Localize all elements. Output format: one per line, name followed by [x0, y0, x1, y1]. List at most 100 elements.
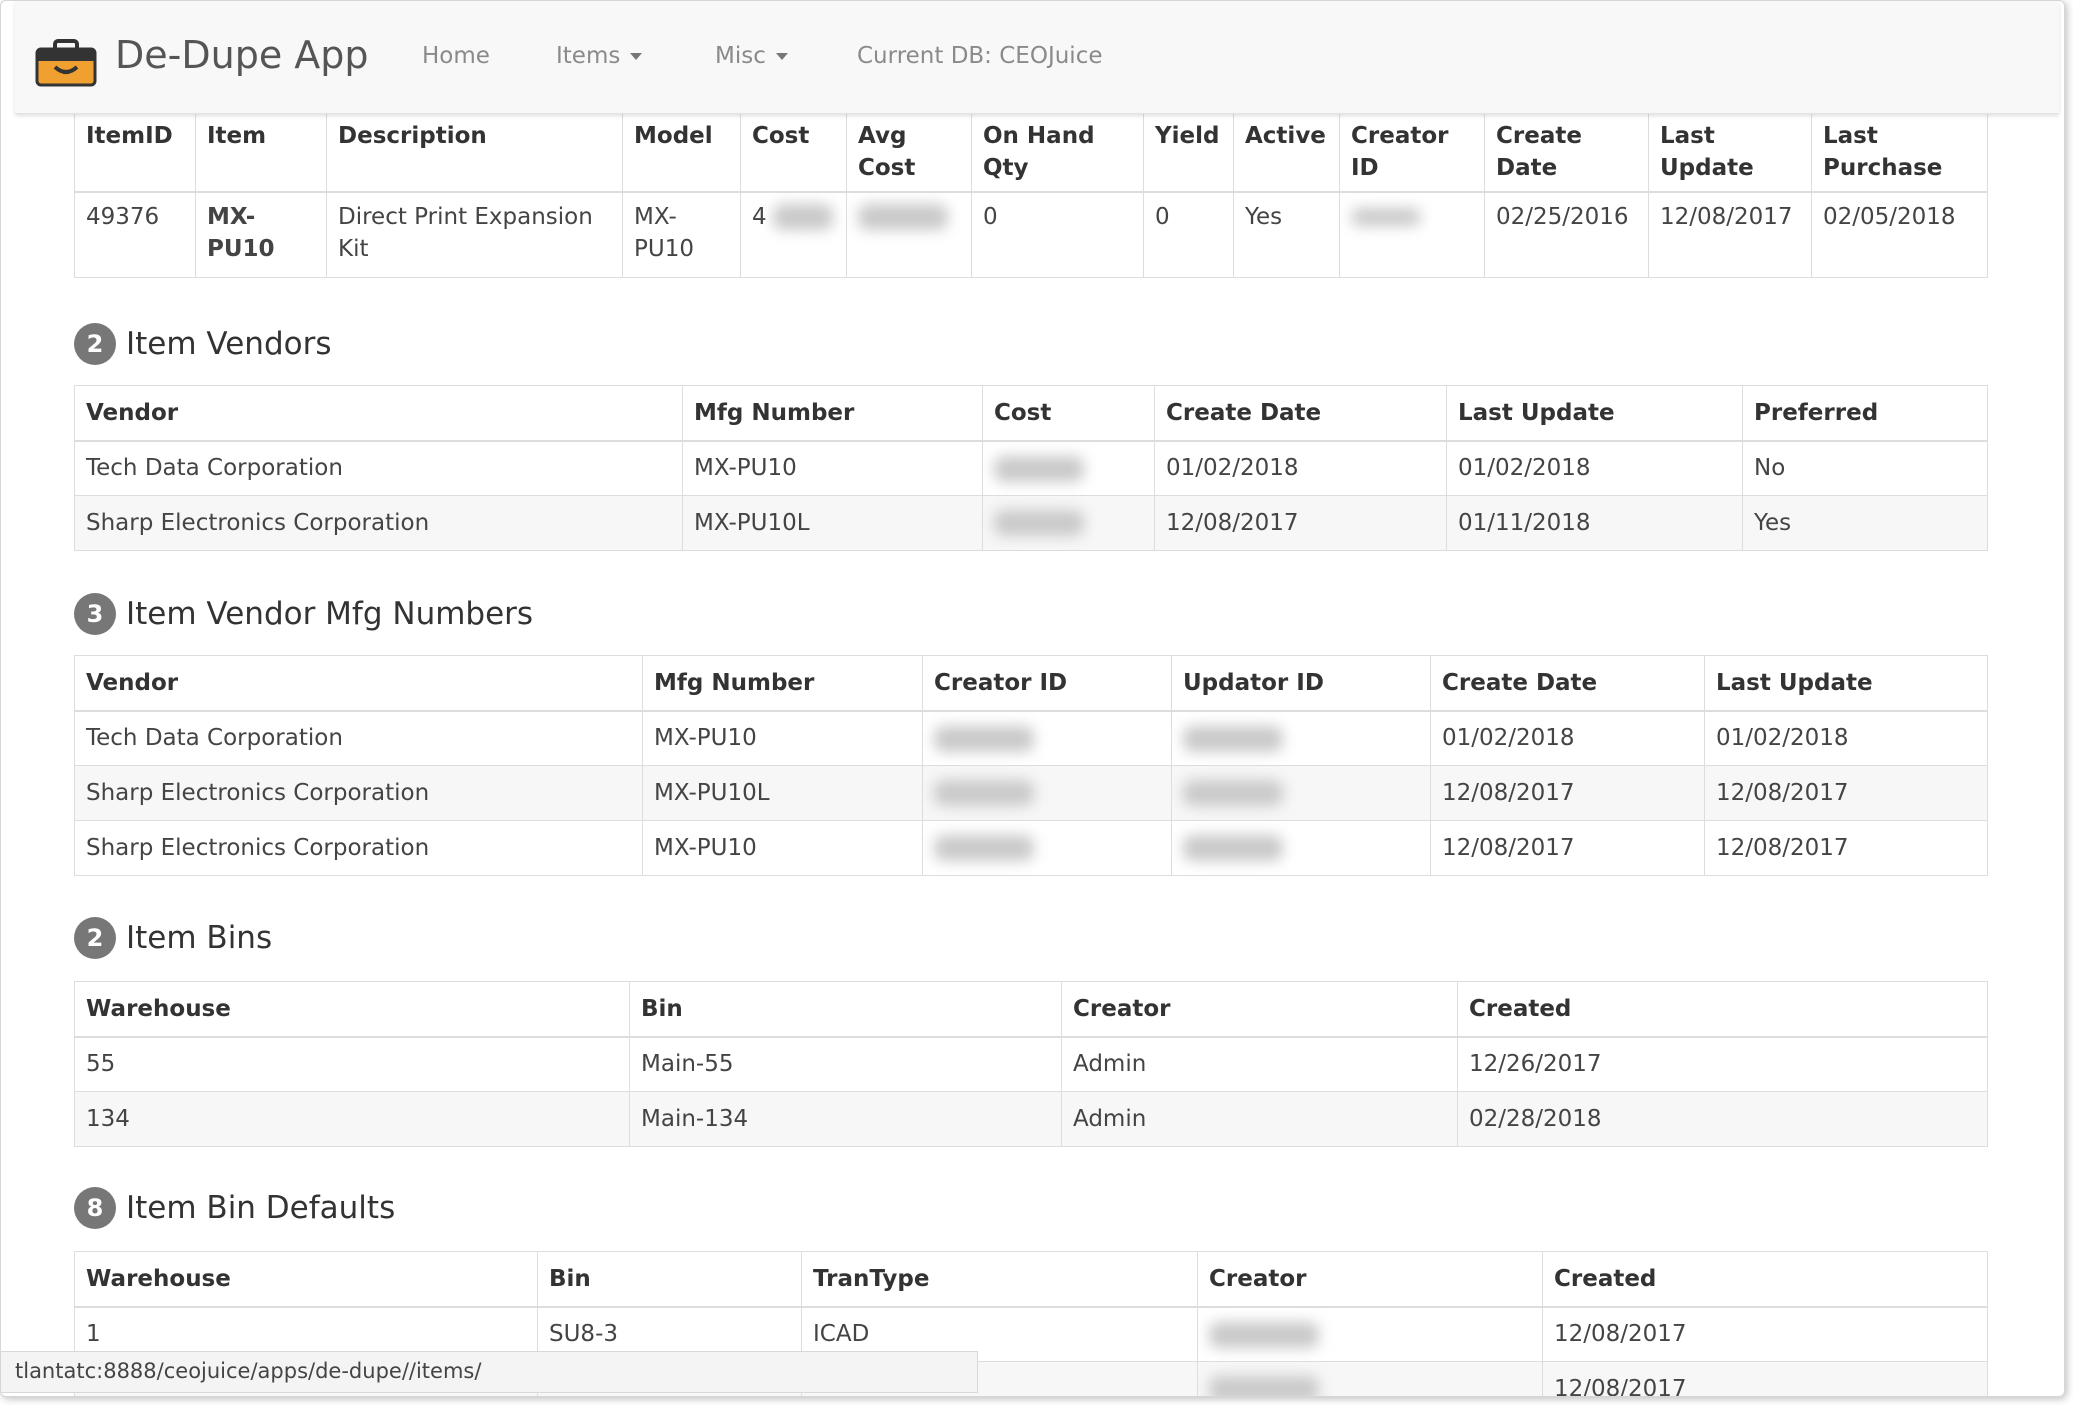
creator — [1197, 1361, 1543, 1396]
caret-down-icon — [775, 53, 788, 60]
vendor-cost — [982, 440, 1155, 496]
create-date: 12/08/2017 — [1430, 765, 1705, 821]
col-header[interactable]: Vendor — [74, 655, 643, 712]
creator: Admin — [1061, 1036, 1458, 1092]
item-vendor-mfg-numbers-table: Vendor Mfg Number Creator ID Updator ID … — [74, 655, 1988, 876]
table-row: Sharp Electronics Corporation MX-PU10L 1… — [74, 495, 1988, 551]
col-header[interactable]: Model — [622, 111, 741, 193]
updator-id — [1171, 820, 1431, 876]
bin: Main-55 — [629, 1036, 1062, 1092]
item-creator-id — [1339, 191, 1485, 278]
col-header[interactable]: Created — [1457, 981, 1988, 1038]
item-avg-cost — [846, 191, 972, 278]
col-header[interactable]: Avg Cost — [846, 111, 972, 193]
section-title: Item Vendor Mfg Numbers — [126, 596, 534, 632]
item-bins-table: Warehouse Bin Creator Created 55 Main-55… — [74, 981, 1988, 1147]
col-header[interactable]: Last Update — [1704, 655, 1988, 712]
last-update: 01/02/2018 — [1446, 440, 1743, 496]
navbar: De-Dupe App Home Items Misc Current DB: … — [15, 1, 2059, 114]
last-update: 12/08/2017 — [1704, 765, 1988, 821]
created: 02/28/2018 — [1457, 1091, 1988, 1147]
col-header[interactable]: Yield — [1143, 111, 1234, 193]
preferred: No — [1742, 440, 1988, 496]
table-row: Sharp Electronics Corporation MX-PU10L 1… — [74, 765, 1988, 821]
item-last-update: 12/08/2017 — [1648, 191, 1812, 278]
item-vendors-table: Vendor Mfg Number Cost Create Date Last … — [74, 385, 1988, 551]
item-description: Direct Print Expansion Kit — [326, 191, 623, 278]
col-header[interactable]: Cost — [740, 111, 847, 193]
mfg-number: MX-PU10L — [642, 765, 923, 821]
redacted-value — [1183, 725, 1283, 752]
redacted-value — [772, 204, 833, 230]
status-bar-url: tlantatc:8888/ceojuice/apps/de-dupe//ite… — [1, 1351, 978, 1393]
create-date: 01/02/2018 — [1430, 710, 1705, 766]
table-row: 134 Main-134 Admin 02/28/2018 — [74, 1091, 1988, 1147]
last-update: 01/11/2018 — [1446, 495, 1743, 551]
item-last-purchase: 02/05/2018 — [1811, 191, 1988, 278]
col-header[interactable]: Creator — [1197, 1251, 1543, 1308]
table-row: 49376 MX-PU10 Direct Print Expansion Kit… — [74, 191, 1988, 278]
section-title: Item Bins — [126, 920, 273, 956]
col-header[interactable]: Updator ID — [1171, 655, 1431, 712]
col-header[interactable]: Creator ID — [1339, 111, 1485, 193]
section-item-vendor-mfg-numbers: 3 Item Vendor Mfg Numbers — [74, 593, 533, 637]
cost-value: 4 — [752, 203, 767, 230]
col-header[interactable]: Vendor — [74, 385, 683, 442]
col-header[interactable]: Created — [1542, 1251, 1988, 1308]
warehouse: 134 — [74, 1091, 630, 1147]
item-model: MX-PU10 — [622, 191, 741, 278]
item-table: ItemID Item Description Model Cost Avg C… — [74, 111, 1988, 278]
nav-misc-dropdown[interactable]: Misc — [715, 43, 788, 69]
create-date: 01/02/2018 — [1154, 440, 1447, 496]
col-header[interactable]: Bin — [537, 1251, 802, 1308]
item-active: Yes — [1233, 191, 1340, 278]
table-row: Tech Data Corporation MX-PU10 01/02/2018… — [74, 710, 1988, 766]
warehouse: 55 — [74, 1036, 630, 1092]
redacted-value — [934, 725, 1034, 752]
mfg-number: MX-PU10 — [642, 820, 923, 876]
col-header[interactable]: Item — [195, 111, 327, 193]
redacted-value — [994, 510, 1084, 537]
section-item-bin-defaults: 8 Item Bin Defaults — [74, 1187, 395, 1231]
creator-id — [922, 765, 1172, 821]
col-header[interactable]: Bin — [629, 981, 1062, 1038]
vendor-cost — [982, 495, 1155, 551]
vendor-name: Sharp Electronics Corporation — [74, 820, 643, 876]
col-header[interactable]: TranType — [801, 1251, 1198, 1308]
col-header[interactable]: Create Date — [1484, 111, 1649, 193]
col-header[interactable]: Mfg Number — [682, 385, 983, 442]
col-header[interactable]: Last Update — [1446, 385, 1743, 442]
section-item-bins: 2 Item Bins — [74, 917, 272, 961]
col-header[interactable]: Creator — [1061, 981, 1458, 1038]
col-header[interactable]: Active — [1233, 111, 1340, 193]
preferred: Yes — [1742, 495, 1988, 551]
nav-items-dropdown[interactable]: Items — [556, 43, 643, 69]
nav-home[interactable]: Home — [422, 43, 490, 69]
redacted-value — [1209, 1321, 1319, 1348]
creator — [1197, 1306, 1543, 1362]
col-header[interactable]: Description — [326, 111, 623, 193]
item-yield: 0 — [1143, 191, 1234, 278]
updator-id — [1171, 765, 1431, 821]
col-header[interactable]: Warehouse — [74, 1251, 538, 1308]
col-header[interactable]: Last Update — [1648, 111, 1812, 193]
col-header[interactable]: Create Date — [1154, 385, 1447, 442]
col-header[interactable]: Mfg Number — [642, 655, 923, 712]
col-header[interactable]: Last Purchase — [1811, 111, 1988, 193]
mfg-number: MX-PU10 — [682, 440, 983, 496]
col-header[interactable]: Preferred — [1742, 385, 1988, 442]
col-header[interactable]: Cost — [982, 385, 1155, 442]
creator-id — [922, 710, 1172, 766]
count-badge: 3 — [74, 593, 116, 635]
last-update: 12/08/2017 — [1704, 820, 1988, 876]
brand-title[interactable]: De-Dupe App — [115, 33, 369, 77]
col-header[interactable]: On Hand Qty — [971, 111, 1144, 193]
updator-id — [1171, 710, 1431, 766]
col-header[interactable]: Create Date — [1430, 655, 1705, 712]
browser-window: De-Dupe App Home Items Misc Current DB: … — [0, 0, 2065, 1397]
col-header[interactable]: Warehouse — [74, 981, 630, 1038]
bin: Main-134 — [629, 1091, 1062, 1147]
section-title: Item Bin Defaults — [126, 1190, 396, 1226]
col-header[interactable]: Creator ID — [922, 655, 1172, 712]
col-header[interactable]: ItemID — [74, 111, 196, 193]
